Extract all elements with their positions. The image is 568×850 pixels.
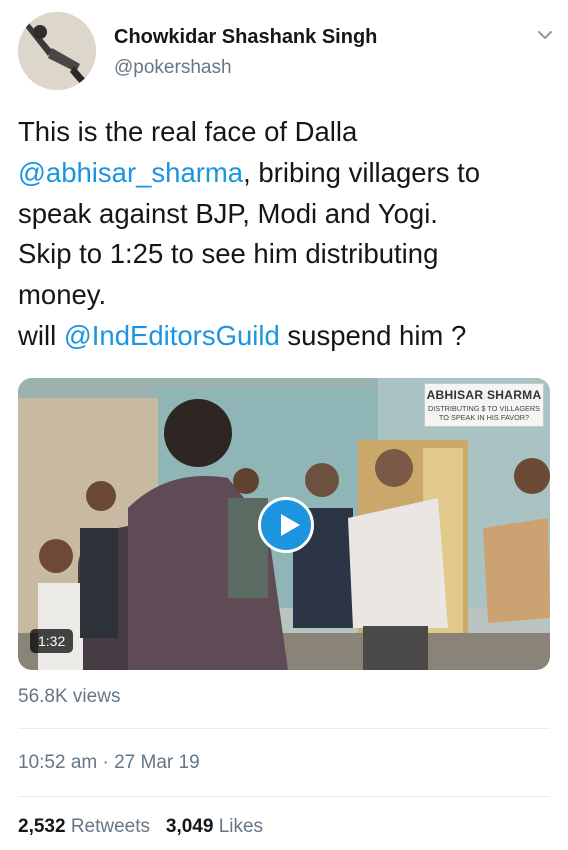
tweet-text-segment: will: [18, 319, 64, 351]
author-name[interactable]: Chowkidar Shashank Singh: [114, 26, 377, 49]
retweets-label: Retweets: [70, 816, 151, 837]
avatar-image: [18, 12, 96, 90]
divider: [18, 728, 550, 729]
play-icon[interactable]: [258, 497, 314, 553]
tweet-text-segment: , bribing villagers to: [243, 156, 481, 188]
likes-label: Likes: [218, 816, 264, 837]
tweet-line: money.: [18, 275, 558, 316]
tweet-line: @abhisar_sharma, bribing villagers to: [18, 153, 558, 194]
mention-link[interactable]: @abhisar_sharma: [18, 157, 243, 188]
video-watermark: ABHISAR SHARMA DISTRIBUTING $ TO VILLAGE…: [424, 383, 544, 427]
watermark-title: ABHISAR SHARMA: [426, 388, 542, 402]
tweet-text-segment: speak against BJP, Modi and Yogi.: [18, 197, 438, 229]
tweet-timestamp[interactable]: 10:52 am · 27 Mar 19: [18, 752, 200, 774]
tweet-line: Skip to 1:25 to see him distributing: [18, 234, 558, 275]
view-count: 56.8K views: [18, 686, 121, 707]
tweet-text: This is the real face of Dalla @abhisar_s…: [18, 112, 558, 357]
tweet-text-segment: This is the real face of Dalla: [18, 116, 358, 147]
watermark-subtitle: DISTRIBUTING $ TO VILLAGERS TO SPEAK IN …: [427, 404, 541, 422]
mention-link[interactable]: @IndEditorsGuild: [64, 320, 280, 351]
tweet-text-segment: Skip to 1:25 to see him distributing: [18, 238, 439, 270]
author-handle[interactable]: @pokershash: [114, 57, 232, 79]
chevron-down-icon[interactable]: [534, 24, 556, 46]
tweet-line: This is the real face of Dalla: [18, 112, 558, 153]
divider: [18, 796, 550, 797]
tweet-line: will @IndEditorsGuild suspend him ?: [18, 316, 558, 357]
retweets-link[interactable]: 2,532 Retweets: [18, 816, 150, 837]
tweet-text-segment: money.: [18, 279, 107, 311]
engagement-stats: 2,532 Retweets 3,049 Likes: [18, 816, 263, 838]
video-duration: 1:32: [30, 629, 74, 653]
tweet-text-segment: suspend him ?: [279, 319, 467, 351]
likes-link[interactable]: 3,049 Likes: [166, 816, 263, 837]
avatar[interactable]: [18, 12, 96, 90]
retweets-count: 2,532: [18, 816, 66, 837]
tweet-line: speak against BJP, Modi and Yogi.: [18, 194, 558, 235]
tweet-header: Chowkidar Shashank Singh @pokershash: [18, 12, 558, 92]
video-player[interactable]: ABHISAR SHARMA DISTRIBUTING $ TO VILLAGE…: [18, 378, 550, 670]
likes-count: 3,049: [165, 816, 214, 837]
